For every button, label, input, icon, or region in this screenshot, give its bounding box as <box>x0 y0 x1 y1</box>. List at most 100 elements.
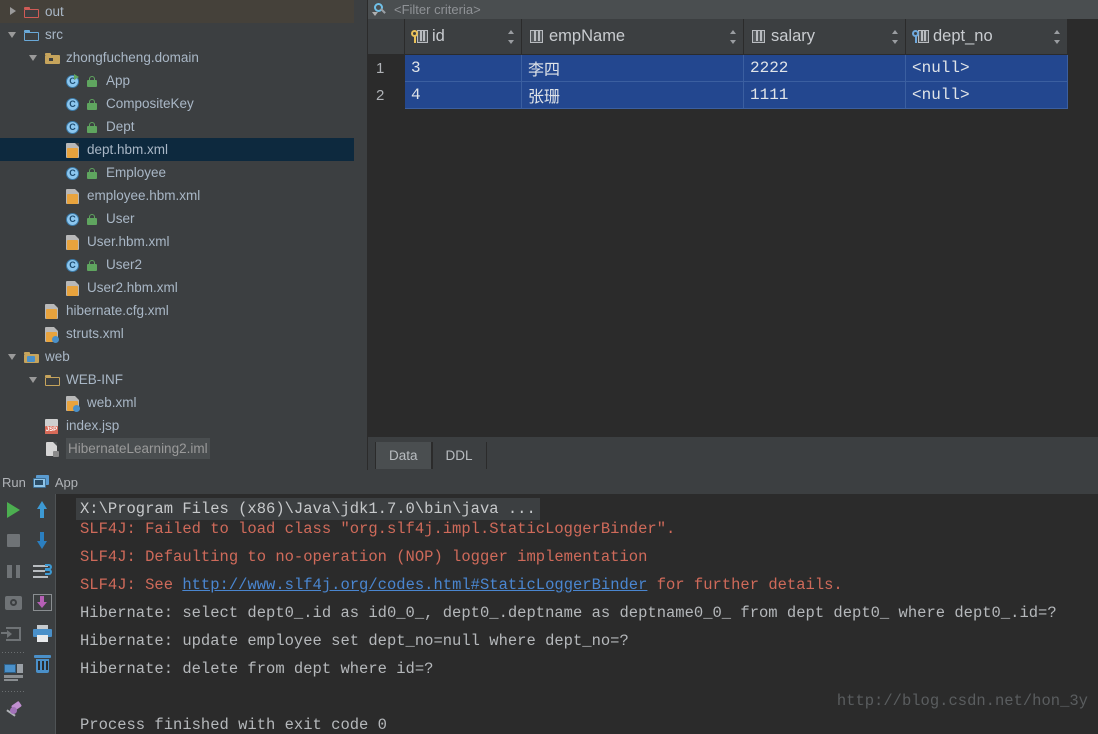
tree-item-dept-hbm-xml[interactable]: dept.hbm.xml <box>0 138 368 161</box>
tree-item-compositekey[interactable]: CompositeKey <box>0 92 368 115</box>
chevron-down-icon[interactable] <box>8 351 19 362</box>
chevron-down-icon[interactable] <box>29 52 40 63</box>
tree-item-user-hbm-xml[interactable]: User.hbm.xml <box>0 230 368 253</box>
tree-item-web-xml[interactable]: web.xml <box>0 391 368 414</box>
column-header-dept_no[interactable]: dept_no <box>905 19 1068 55</box>
tree-item-out[interactable]: out <box>0 0 368 23</box>
table-cell[interactable]: 1111 <box>743 81 906 109</box>
chevron-right-icon[interactable] <box>8 6 19 17</box>
console-line: SLF4J: Defaulting to no-operation (NOP) … <box>80 548 648 566</box>
java-class-icon <box>66 211 82 227</box>
unlock-icon <box>87 165 101 181</box>
db-tab-data[interactable]: Data <box>375 442 432 469</box>
print-button[interactable] <box>29 618 56 649</box>
table-cell[interactable]: 4 <box>404 81 522 109</box>
column-header-salary[interactable]: salary <box>743 19 906 55</box>
tree-item-web-inf[interactable]: WEB-INF <box>0 368 368 391</box>
chevron-down-icon[interactable] <box>29 374 40 385</box>
column-header-id[interactable]: id <box>404 19 522 55</box>
console-line: Hibernate: update employee set dept_no=n… <box>80 632 629 650</box>
result-grid[interactable]: id empName salary dept_no 1 3 李四 2222 <null> 2 4 张… <box>368 19 1098 437</box>
sort-toggle-icon[interactable] <box>1051 29 1063 44</box>
run-configuration-icon <box>32 474 51 490</box>
tree-item-label: web.xml <box>87 395 137 410</box>
table-cell[interactable]: 2222 <box>743 54 906 82</box>
pin-tab-button[interactable] <box>0 696 27 727</box>
tree-item-label: index.jsp <box>66 418 120 433</box>
xml-file-icon <box>66 142 82 158</box>
scroll-to-end-button[interactable] <box>29 587 56 618</box>
dump-threads-button[interactable] <box>0 587 27 618</box>
table-cell[interactable]: 3 <box>404 54 522 82</box>
chevron-down-icon[interactable] <box>8 29 19 40</box>
table-header-row: id empName salary dept_no <box>368 19 1068 55</box>
column-header-empName[interactable]: empName <box>521 19 744 55</box>
db-tab-strip: Data DDL <box>368 437 1098 470</box>
project-tree-panel[interactable]: out src zhongfucheng.domain App CompositeKey… <box>0 0 368 470</box>
tree-item-employee-hbm-xml[interactable]: employee.hbm.xml <box>0 184 368 207</box>
tree-item-src[interactable]: src <box>0 23 368 46</box>
exit-button[interactable] <box>0 618 27 649</box>
clear-all-button[interactable] <box>29 649 56 680</box>
tree-item-struts-xml[interactable]: struts.xml <box>0 322 368 345</box>
java-class-icon <box>66 119 82 135</box>
console-hyperlink[interactable]: http://www.slf4j.org/codes.html#StaticLo… <box>182 576 647 594</box>
java-class-icon <box>66 96 82 112</box>
tree-item-zhongfucheng-domain[interactable]: zhongfucheng.domain <box>0 46 368 69</box>
prev-occurrence-button[interactable] <box>29 494 56 525</box>
table-cell[interactable]: <null> <box>905 81 1068 109</box>
table-row[interactable]: 1 3 李四 2222 <null> <box>368 54 1068 82</box>
console-left-border <box>55 494 56 734</box>
table-cell[interactable]: <null> <box>905 54 1068 82</box>
foreign-key-column-icon <box>912 28 930 45</box>
tree-item-label: User <box>106 211 135 226</box>
pause-button[interactable] <box>0 556 27 587</box>
filter-bar[interactable]: <Filter criteria> <box>368 0 1098 19</box>
tree-item-hibernatelearning2-iml[interactable]: HibernateLearning2.iml <box>0 437 368 460</box>
tree-item-web[interactable]: web <box>0 345 368 368</box>
table-body: 1 3 李四 2222 <null> 2 4 张珊 1111 <null> <box>368 54 1068 109</box>
stop-button[interactable] <box>0 525 27 556</box>
rerun-button[interactable] <box>0 494 27 525</box>
tree-item-user2[interactable]: User2 <box>0 253 368 276</box>
row-number: 1 <box>368 54 405 82</box>
console-line: Process finished with exit code 0 <box>80 716 387 734</box>
project-tree-scrollbar-track[interactable] <box>354 0 367 470</box>
tree-item-user2-hbm-xml[interactable]: User2.hbm.xml <box>0 276 368 299</box>
db-tab-ddl[interactable]: DDL <box>431 442 487 469</box>
tree-item-hibernate-cfg-xml[interactable]: hibernate.cfg.xml <box>0 299 368 322</box>
table-cell[interactable]: 李四 <box>521 54 744 82</box>
java-class-runnable-icon <box>66 73 82 89</box>
sort-toggle-icon[interactable] <box>727 29 739 44</box>
tree-item-app[interactable]: App <box>0 69 368 92</box>
tree-item-user[interactable]: User <box>0 207 368 230</box>
tree-item-index-jsp[interactable]: index.jsp <box>0 414 368 437</box>
result-table: id empName salary dept_no 1 3 李四 2222 <null> 2 4 张… <box>368 19 1068 109</box>
tree-item-label: employee.hbm.xml <box>87 188 201 203</box>
tree-item-label: src <box>45 27 63 42</box>
soft-wrap-button[interactable] <box>29 556 56 587</box>
table-cell[interactable]: 张珊 <box>521 81 744 109</box>
table-row[interactable]: 2 4 张珊 1111 <null> <box>368 81 1068 109</box>
run-configuration-tab[interactable]: App <box>55 475 78 490</box>
tree-item-dept[interactable]: Dept <box>0 115 368 138</box>
run-toolbar <box>0 494 55 734</box>
toggle-console-button[interactable] <box>0 657 27 688</box>
package-icon <box>45 50 61 66</box>
tree-item-employee[interactable]: Employee <box>0 161 368 184</box>
tree-item-label: struts.xml <box>66 326 124 341</box>
sort-toggle-icon[interactable] <box>889 29 901 44</box>
filter-criteria-placeholder[interactable]: <Filter criteria> <box>394 2 481 17</box>
tree-item-label: User2.hbm.xml <box>87 280 178 295</box>
jsp-file-icon <box>45 418 61 434</box>
tree-item-label: HibernateLearning2.iml <box>66 438 210 459</box>
next-occurrence-button[interactable] <box>29 525 56 556</box>
console-output[interactable]: X:\Program Files (x86)\Java\jdk1.7.0\bin… <box>55 494 1098 734</box>
sort-toggle-icon[interactable] <box>505 29 517 44</box>
